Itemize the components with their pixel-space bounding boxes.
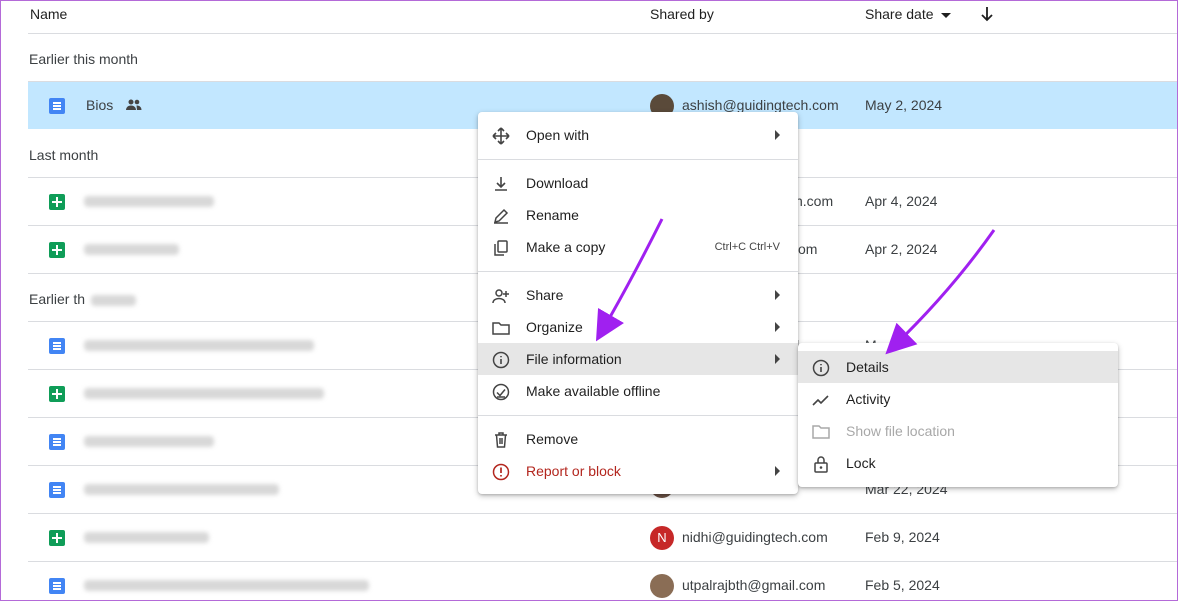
annotation-arrow-details: [885, 229, 996, 355]
annotation-arrows: [595, 218, 996, 355]
annotation-arrow-file-info: [595, 218, 664, 342]
